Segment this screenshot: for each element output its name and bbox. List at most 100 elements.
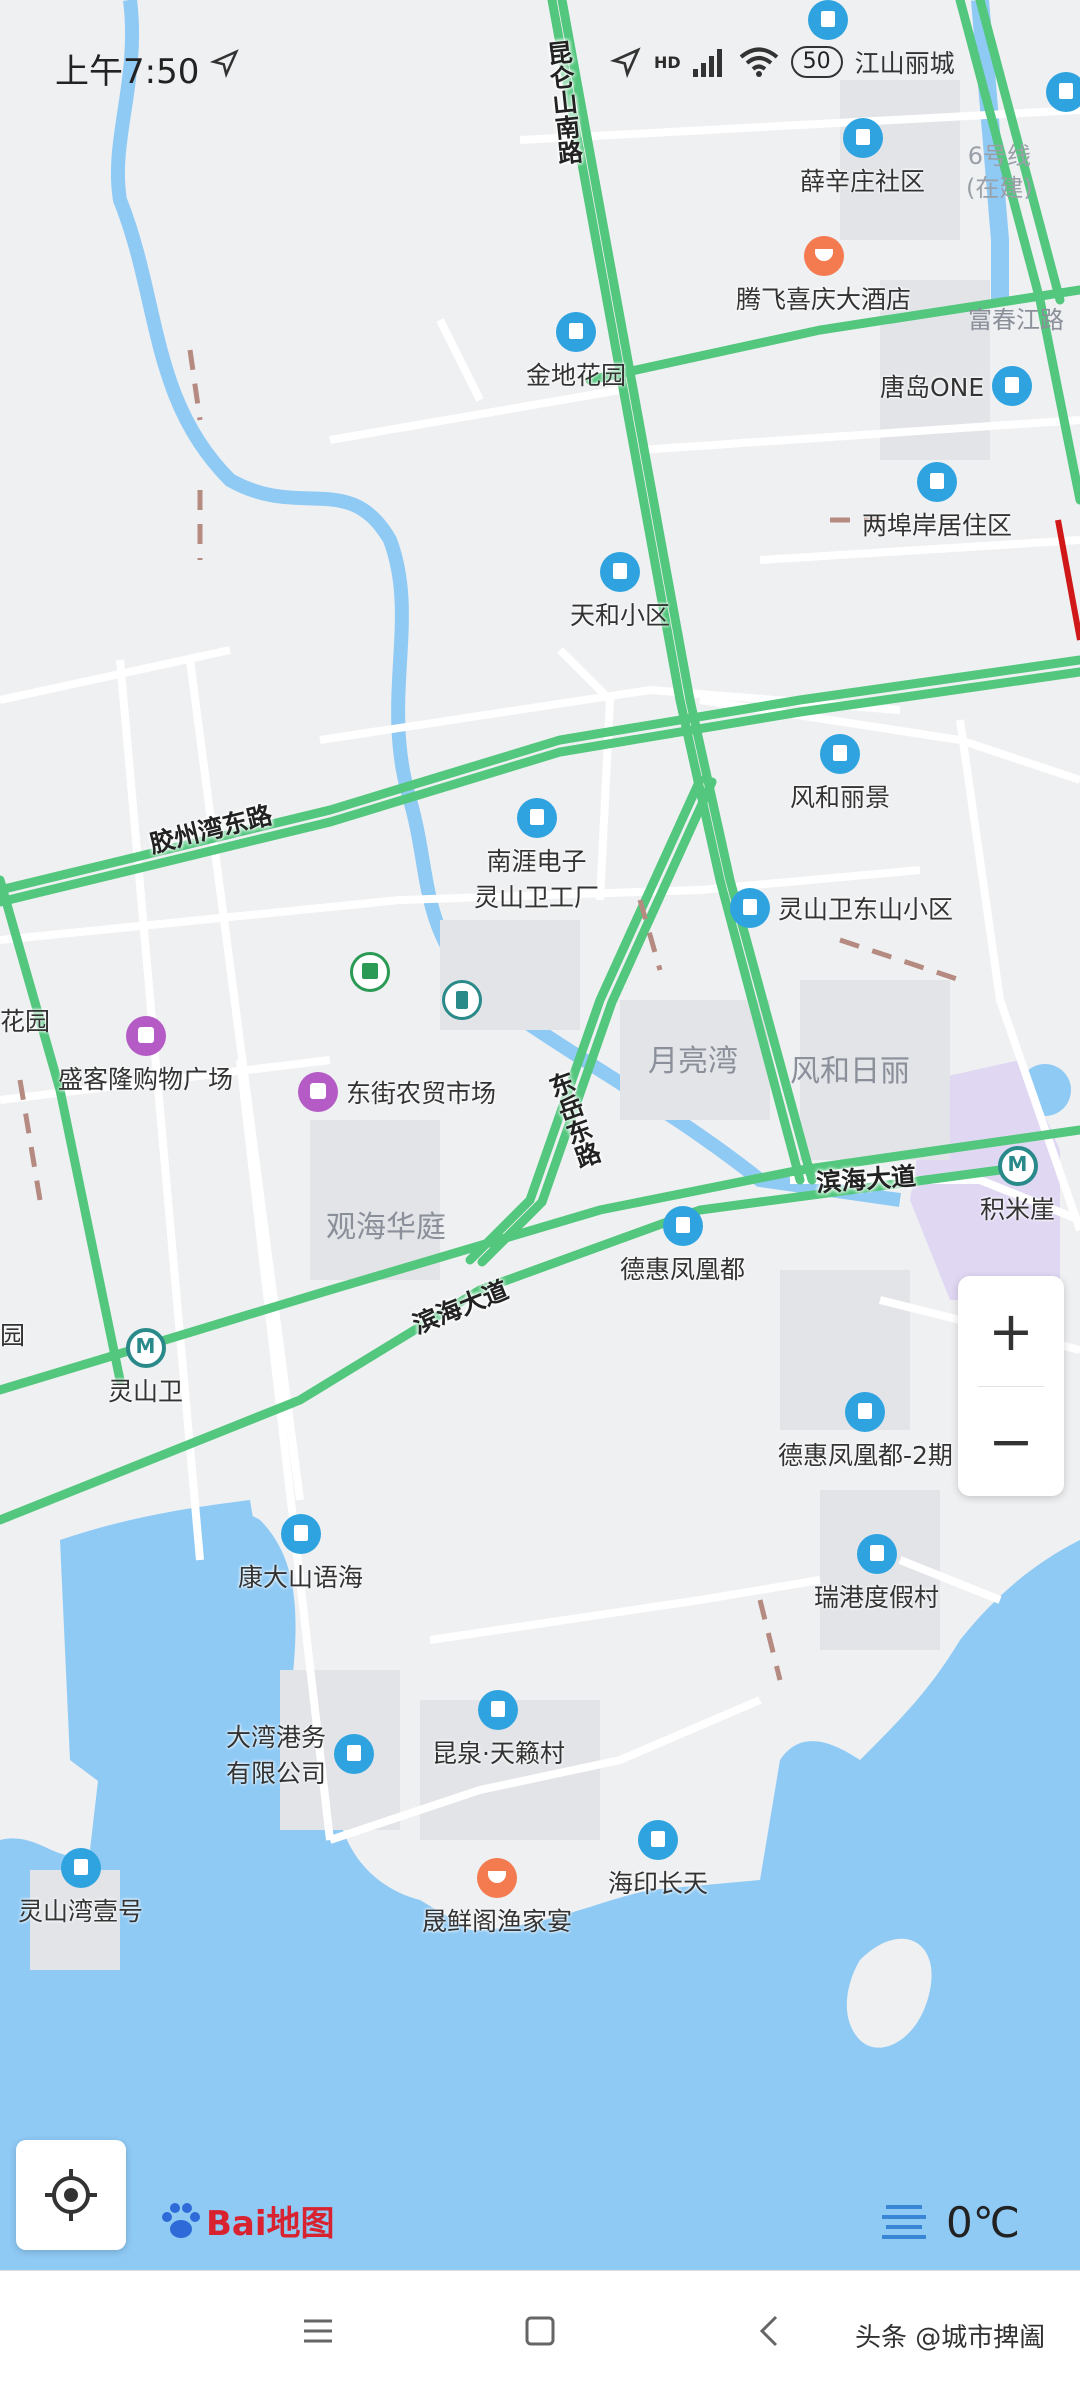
metro-icon (125, 1328, 166, 1368)
poi-label: 大湾港务 有限公司 (226, 1723, 327, 1788)
area-guanhai: 观海华庭 (326, 1210, 446, 1245)
poi-label: 灵山卫东山小区 (778, 895, 954, 924)
poi-label: 唐岛ONE (880, 373, 985, 402)
poi-liangfuan[interactable]: 两埠岸居住区 (862, 462, 1012, 542)
poi-label: 花园 (0, 1007, 51, 1036)
poi-label: 金地花园 (526, 361, 627, 390)
menu-icon[interactable] (300, 2313, 336, 2349)
residential-icon (556, 312, 596, 352)
poi-jiangshan-licheng[interactable] (808, 0, 848, 40)
poi-label: 积米崖 (980, 1195, 1056, 1224)
road-west (0, 875, 125, 1385)
residential-icon (60, 1848, 101, 1888)
residential-icon (662, 1206, 703, 1246)
poi-label: 园 (0, 1321, 26, 1350)
map-canvas[interactable]: 昆仑山南路 胶州湾东路 东岳东路 滨海大道 滨海大道 富春江路 月亮湾 风和日丽… (0, 0, 1080, 2270)
poi-jindi-huayuan[interactable]: 金地花园 (526, 312, 626, 392)
poi-label: 瑞港度假村 (814, 1583, 940, 1612)
residential-icon (600, 552, 640, 592)
residential-icon (917, 462, 957, 502)
metro-line6-label: 6号线 (在建) (966, 142, 1033, 202)
poi-dehui-fenghuangdu2[interactable]: 德惠凤凰都-2期 (778, 1392, 953, 1472)
locate-me-button[interactable] (16, 2140, 126, 2250)
residential-icon (842, 118, 883, 158)
poi-label: 晟鲜阁渔家宴 (422, 1907, 573, 1936)
poi-fenghe-lijing[interactable]: 风和丽景 (790, 734, 890, 814)
area-yueliangwan: 月亮湾 (648, 1044, 738, 1079)
poi-kangda[interactable]: 康大山语海 (238, 1514, 363, 1594)
road-label-binhai-upper: 滨海大道 (815, 1161, 918, 1198)
zoom-divider (978, 1386, 1044, 1387)
shopping-icon (125, 1016, 166, 1056)
temperature-text: 0℃ (946, 2198, 1020, 2247)
poi-label: 南涯电子 灵山卫工厂 (474, 847, 600, 912)
weather-widget[interactable]: 0℃ (880, 2198, 1020, 2247)
poi-ruigang[interactable]: 瑞港度假村 (814, 1534, 939, 1614)
poi-dehui-fenghuangdu[interactable]: 德惠凤凰都 (620, 1206, 745, 1286)
road-label-fuchunjiang: 富春江路 (968, 306, 1064, 334)
residential-icon (992, 366, 1033, 406)
back-icon[interactable] (752, 2313, 788, 2349)
poi-label: 德惠凤凰都-2期 (778, 1441, 953, 1470)
poi-dawan-port[interactable]: 大湾港务 有限公司 (226, 1718, 375, 1790)
zoom-in-button[interactable]: + (958, 1276, 1064, 1386)
poi-jiangshan-right[interactable] (1046, 72, 1080, 112)
system-nav-bar: 头条 @城市捭阖 (0, 2270, 1080, 2401)
residential-icon (808, 0, 848, 40)
poi-lingshanwei-dongshan[interactable]: 灵山卫东山小区 (730, 888, 953, 928)
residential-icon (856, 1534, 897, 1574)
poi-label: 腾飞喜庆大酒店 (736, 285, 912, 314)
poi-label: 康大山语海 (238, 1563, 364, 1592)
poi-xuexinzhuang[interactable]: 薛辛庄社区 (800, 118, 925, 198)
poi-label: 两埠岸居住区 (862, 511, 1013, 540)
residential-icon (845, 1392, 886, 1432)
poi-label: 德惠凤凰都 (620, 1255, 746, 1284)
residential-icon (638, 1820, 678, 1860)
poi-metro-jimiya[interactable]: 积米崖 (980, 1146, 1055, 1226)
crosshair-icon (45, 2169, 97, 2221)
metro-icon (997, 1146, 1038, 1186)
poi-huayuan-left[interactable]: 花园 (0, 1002, 50, 1038)
poi-label: 昆泉·天籁村 (432, 1739, 565, 1768)
baidu-paw-icon (162, 2202, 200, 2238)
residential-icon (730, 888, 770, 928)
poi-gas-station[interactable] (442, 980, 482, 1020)
zoom-out-button[interactable]: − (958, 1386, 1064, 1496)
home-icon[interactable] (522, 2313, 558, 2349)
residential-icon (478, 1690, 519, 1730)
zoom-control: + − (958, 1276, 1064, 1496)
poi-dongjie-market[interactable]: 东街农贸市场 (298, 1072, 496, 1112)
poi-label: 海印长天 (608, 1869, 709, 1898)
factory-icon (516, 798, 557, 838)
poi-kunquan[interactable]: 昆泉·天籁村 (432, 1690, 565, 1770)
baidu-map-logo: Bai地图 (158, 2196, 335, 2245)
restaurant-icon (803, 236, 844, 276)
residential-icon (1046, 72, 1080, 112)
poi-nanya[interactable]: 南涯电子 灵山卫工厂 (474, 798, 599, 914)
poi-garden-left2[interactable]: 园 (0, 1316, 25, 1352)
poi-tianhe[interactable]: 天和小区 (570, 552, 670, 632)
poi-post-office[interactable] (350, 952, 390, 992)
brand-text: Bai地图 (206, 2204, 335, 2244)
residential-icon (820, 734, 860, 774)
poi-label: 薛辛庄社区 (800, 167, 926, 196)
fog-icon (882, 2204, 926, 2239)
poi-tangdao-one[interactable]: 唐岛ONE (880, 366, 1033, 406)
poi-haiyin[interactable]: 海印长天 (608, 1820, 708, 1900)
market-icon (298, 1072, 338, 1112)
poi-label: 天和小区 (570, 601, 671, 630)
company-icon (334, 1734, 375, 1774)
post-office-icon (350, 952, 390, 992)
poi-lingshanwan-one[interactable]: 灵山湾壹号 (18, 1848, 143, 1928)
poi-shengxian[interactable]: 晟鲜阁渔家宴 (422, 1858, 572, 1938)
restaurant-icon (477, 1858, 517, 1898)
poi-metro-lingshanwei[interactable]: 灵山卫 (108, 1328, 183, 1408)
poi-label: 风和丽景 (790, 783, 891, 812)
poi-label: 盛客隆购物广场 (58, 1065, 234, 1094)
area-fenghe-rili: 风和日丽 (790, 1054, 910, 1089)
poi-tengfei-hotel[interactable]: 腾飞喜庆大酒店 (736, 236, 911, 316)
watermark-text: 头条 @城市捭阖 (855, 2323, 1046, 2353)
poi-shengke-mall[interactable]: 盛客隆购物广场 (58, 1016, 233, 1096)
gas-station-icon (442, 980, 482, 1020)
poi-label: 灵山卫 (108, 1377, 184, 1406)
